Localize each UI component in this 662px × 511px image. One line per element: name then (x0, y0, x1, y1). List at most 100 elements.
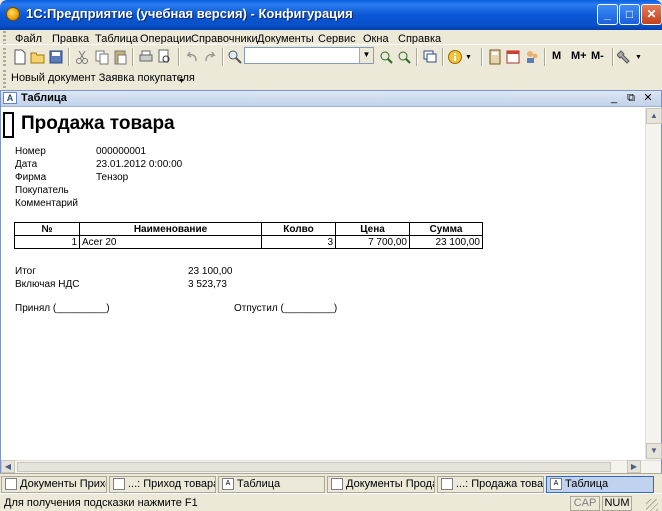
search-icon[interactable] (227, 49, 243, 65)
column-header-number: № (14, 222, 80, 236)
toolbar-separator (416, 48, 418, 66)
column-header-sum: Сумма (409, 222, 483, 236)
chevron-down-icon[interactable]: ▼ (465, 54, 472, 61)
find-prev-icon[interactable] (396, 49, 412, 65)
child-restore-button[interactable]: ⧉ (624, 92, 638, 105)
spreadsheet-icon: A (222, 478, 234, 491)
scroll-down-icon[interactable]: ▼ (646, 443, 662, 459)
menu-grip (3, 31, 6, 45)
new-icon[interactable] (12, 49, 28, 65)
new-document-button[interactable]: Новый документ Заявка покупателя (11, 72, 195, 84)
memory-button-m[interactable]: M (552, 50, 561, 62)
resize-grip[interactable] (646, 499, 658, 511)
child-window-title: Таблица (21, 92, 67, 104)
windows-icon[interactable] (422, 49, 438, 65)
paste-icon[interactable] (112, 49, 128, 65)
field-label-date: Дата (15, 159, 38, 170)
cell-price: 7 700,00 (335, 235, 410, 249)
maximize-button[interactable]: □ (619, 4, 640, 25)
window-tab-label: ...: Приход товара ... (128, 478, 216, 490)
child-minimize-button[interactable]: _ (607, 92, 621, 105)
redo-icon[interactable] (202, 49, 218, 65)
status-bar: Для получения подсказки нажмите F1 CAP N… (0, 493, 662, 511)
spreadsheet-document[interactable]: Продажа товара Номер 000000001 Дата 23.0… (2, 108, 644, 460)
toolbar-grip (3, 48, 6, 66)
spreadsheet-icon: A (3, 92, 17, 104)
app-icon (6, 7, 20, 21)
tools-icon[interactable] (617, 49, 633, 65)
cell-number: 1 (14, 235, 80, 249)
window-tab[interactable]: A Таблица (218, 476, 325, 493)
window-tab-active[interactable]: A Таблица (546, 476, 654, 493)
items-table: № Наименование Колво Цена Сумма 1 Acer 2… (14, 222, 483, 249)
search-input[interactable]: ▼ (244, 47, 374, 64)
undo-icon[interactable] (184, 49, 200, 65)
memory-button-m-minus[interactable]: M- (591, 50, 604, 62)
scroll-right-icon[interactable]: ▶ (627, 460, 641, 473)
table-window: A Таблица _ ⧉ ✕ Продажа товара Номер 000… (0, 90, 662, 473)
cut-icon[interactable] (74, 49, 90, 65)
toolbar-separator (544, 48, 546, 66)
released-signature: Отпустил (_________) (234, 303, 338, 314)
print-preview-icon[interactable] (156, 49, 172, 65)
cell-sum: 23 100,00 (409, 235, 483, 249)
calculator-icon[interactable] (487, 49, 503, 65)
cell-qty: 3 (261, 235, 336, 249)
scroll-up-icon[interactable]: ▲ (646, 108, 662, 124)
status-hint: Для получения подсказки нажмите F1 (4, 497, 198, 509)
horizontal-scrollbar[interactable]: ◀ ▶ (1, 460, 661, 473)
copy-icon[interactable] (94, 49, 110, 65)
toolbar-separator (442, 48, 444, 66)
document-list-icon (331, 478, 343, 491)
calendar-icon[interactable] (505, 49, 521, 65)
memory-button-m-plus[interactable]: M+ (571, 50, 587, 62)
field-label-buyer: Покупатель (15, 185, 69, 196)
window-tab-label: ...: Продажа товар... (456, 478, 544, 490)
field-label-comment: Комментарий (15, 198, 78, 209)
window-tab[interactable]: Документы Прихо... (1, 476, 107, 493)
document-title: Продажа товара (21, 113, 175, 134)
window-title: 1С:Предприятие (учебная версия) - Конфиг… (26, 6, 353, 21)
vertical-scrollbar[interactable]: ▲ ▼ (645, 108, 662, 460)
toolbar-separator (178, 48, 180, 66)
field-value-date: 23.01.2012 0:00:00 (96, 159, 183, 170)
open-icon[interactable] (30, 49, 46, 65)
caps-indicator: CAP (570, 496, 600, 511)
chevron-down-icon[interactable]: ▼ (635, 54, 642, 61)
scroll-left-icon[interactable]: ◀ (1, 460, 15, 473)
window-tab-label: Таблица (565, 478, 609, 490)
toolbar-separator (132, 48, 134, 66)
spreadsheet-icon: A (550, 478, 562, 491)
save-icon[interactable] (48, 49, 64, 65)
cell-name: Acer 20 (79, 235, 262, 249)
find-next-icon[interactable] (378, 49, 394, 65)
document-icon (441, 478, 453, 491)
minimize-button[interactable]: _ (597, 4, 618, 25)
window-tab-label: Документы Прода... (346, 478, 434, 490)
close-button[interactable]: ✕ (641, 4, 662, 25)
total-label: Итог (15, 266, 36, 277)
chevron-down-icon[interactable]: ▼ (359, 48, 373, 63)
table-row: 1 Acer 20 3 7 700,00 23 100,00 (14, 235, 483, 249)
print-icon[interactable] (138, 49, 154, 65)
child-close-button[interactable]: ✕ (641, 92, 655, 105)
info-icon[interactable] (447, 49, 463, 65)
column-header-name: Наименование (79, 222, 262, 236)
num-indicator: NUM (602, 496, 632, 511)
window-tab-label: Документы Прихо... (20, 478, 106, 490)
window-tab[interactable]: Документы Прода... (327, 476, 435, 493)
document-toolbar: Новый документ Заявка покупателя ▼ (0, 68, 662, 90)
column-header-price: Цена (335, 222, 410, 236)
vat-label: Включая НДС (15, 279, 80, 290)
window-tab[interactable]: ...: Приход товара ... (109, 476, 216, 493)
window-tab[interactable]: ...: Продажа товар... (437, 476, 544, 493)
current-cell-marker (3, 112, 14, 138)
field-label-number: Номер (15, 146, 46, 157)
users-icon[interactable] (524, 49, 540, 65)
scroll-thumb[interactable] (17, 462, 611, 472)
column-header-qty: Колво (261, 222, 336, 236)
chevron-down-icon[interactable]: ▼ (178, 78, 185, 85)
field-value-firm: Тензор (96, 172, 129, 183)
field-value-number: 000000001 (96, 146, 147, 157)
child-window-caption: A Таблица _ ⧉ ✕ (1, 91, 661, 107)
